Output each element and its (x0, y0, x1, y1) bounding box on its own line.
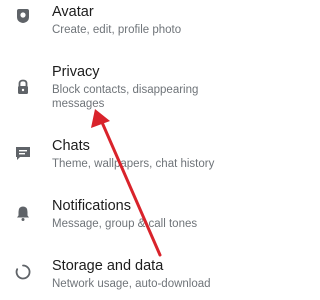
storage-icon (14, 263, 32, 281)
settings-item-storage[interactable]: Storage and data Network usage, auto-dow… (0, 250, 269, 298)
settings-item-subtitle: Create, edit, profile photo (52, 24, 182, 36)
chat-icon (14, 144, 32, 162)
settings-item-title: Storage and data (52, 258, 164, 274)
lock-icon (14, 78, 32, 96)
settings-item-title: Chats (52, 138, 90, 154)
settings-item-notifications[interactable]: Notifications Message, group & call tone… (0, 188, 269, 236)
settings-item-title: Privacy (52, 64, 100, 80)
settings-item-subtitle: Theme, wallpapers, chat history (52, 158, 215, 170)
settings-item-chats[interactable]: Chats Theme, wallpapers, chat history (0, 128, 269, 176)
settings-item-privacy[interactable]: Privacy Block contacts, disappearing mes… (0, 58, 269, 118)
bell-icon (14, 204, 32, 222)
settings-item-title: Notifications (52, 198, 131, 214)
avatar-icon (14, 7, 32, 25)
settings-item-subtitle: Block contacts, disappearing messages (52, 84, 199, 110)
settings-item-title: Avatar (52, 4, 94, 20)
settings-item-subtitle: Message, group & call tones (52, 218, 198, 230)
settings-item-subtitle: Network usage, auto-download (52, 278, 211, 290)
settings-item-avatar[interactable]: Avatar Create, edit, profile photo (0, 0, 269, 48)
